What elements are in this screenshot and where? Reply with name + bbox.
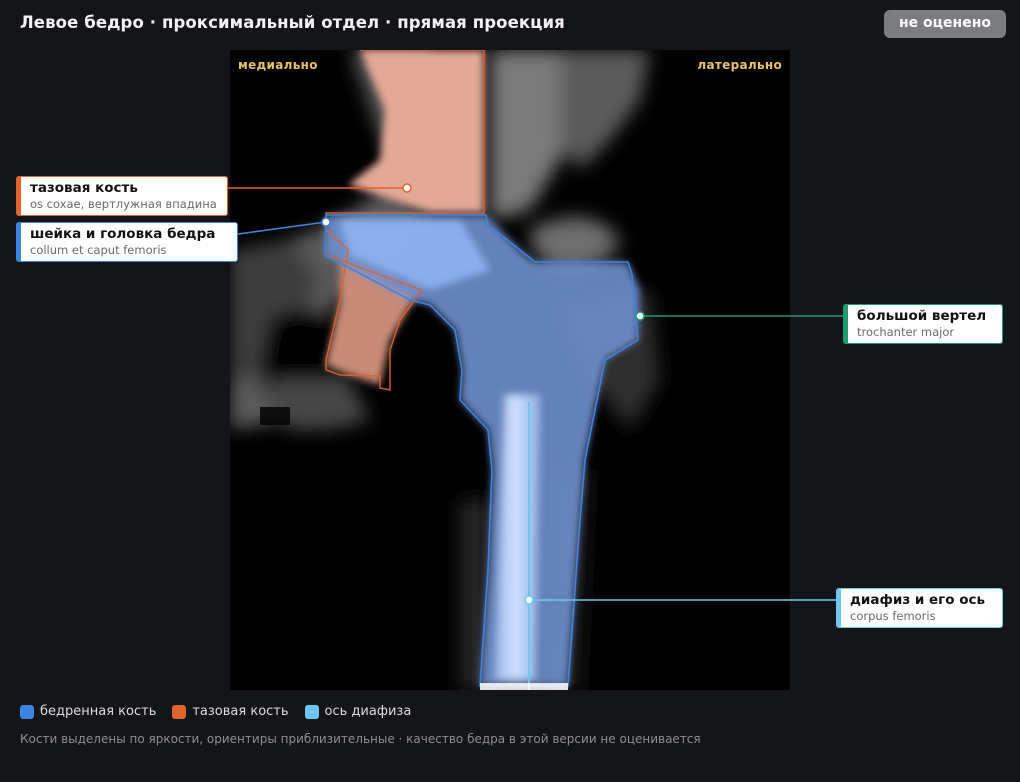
page-title: Левое бедро · проксимальный отдел · прям… [20, 13, 565, 32]
label-pelvis[interactable]: тазовая кость os coxae, вертлужная впади… [16, 176, 228, 216]
status-badge: не оценено [884, 10, 1006, 38]
label-neck-head[interactable]: шейка и головка бедра collum et caput fe… [16, 222, 238, 262]
label-trochanter[interactable]: большой вертел trochanter major [843, 304, 1003, 344]
orientation-medial-label: медиально [238, 58, 318, 72]
label-shaft-latin: corpus femoris [850, 609, 936, 623]
legend-item-femur: бедренная кость [20, 704, 156, 719]
xray-viewer[interactable]: медиально латерально [230, 50, 790, 690]
legend-item-pelvis: тазовая кость [172, 704, 289, 719]
label-pelvis-name: тазовая кость [30, 180, 138, 196]
xray-image [230, 50, 660, 690]
label-shaft-name: диафиз и его ось [850, 592, 986, 608]
legend-label-pelvis: тазовая кость [192, 704, 289, 719]
label-trochanter-latin: trochanter major [857, 325, 955, 339]
legend: бедренная кость тазовая кость ось диафиз… [20, 704, 411, 719]
legend-label-shaft-axis: ось диафиза [324, 704, 412, 719]
label-shaft[interactable]: диафиз и его ось corpus femoris [836, 588, 1003, 628]
legend-swatch-femur [20, 704, 34, 719]
label-neck-head-latin: collum et caput femoris [30, 243, 167, 257]
label-trochanter-name: большой вертел [857, 308, 987, 324]
label-neck-head-name: шейка и головка бедра [30, 226, 216, 242]
orientation-lateral-label: латерально [697, 58, 782, 72]
legend-swatch-pelvis [172, 704, 187, 719]
label-pelvis-latin: os coxae, вертлужная впадина [30, 197, 217, 211]
footnote: Кости выделены по яркости, ориентиры при… [20, 732, 701, 746]
legend-item-shaft-axis: ось диафиза [304, 704, 412, 719]
legend-swatch-shaft-axis [304, 704, 319, 719]
legend-label-femur: бедренная кость [40, 704, 157, 719]
